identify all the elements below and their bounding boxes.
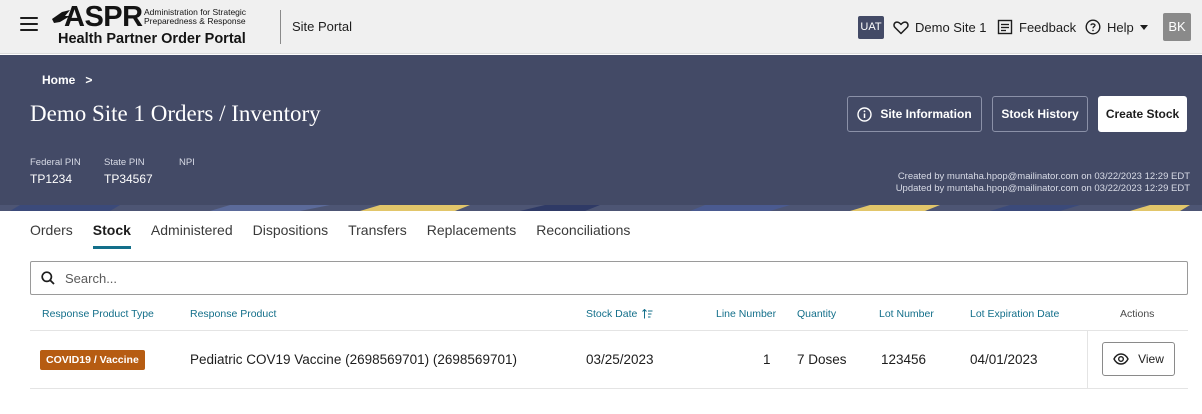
- search-bar[interactable]: [30, 261, 1188, 295]
- tab-dispositions[interactable]: Dispositions: [253, 216, 328, 250]
- feedback-label: Feedback: [1019, 19, 1077, 35]
- column-response-product[interactable]: Response Product: [190, 308, 276, 320]
- npi-label: NPI: [179, 157, 195, 168]
- heart-icon: [893, 20, 909, 34]
- column-lot-expiration-date[interactable]: Lot Expiration Date: [970, 308, 1059, 320]
- info-icon: [857, 106, 873, 122]
- tab-replacements[interactable]: Replacements: [427, 216, 517, 250]
- breadcrumb-separator: >: [85, 73, 93, 87]
- npi: NPI: [179, 157, 195, 172]
- audit-info: Created by muntaha.hpop@mailinator.com o…: [896, 171, 1190, 195]
- top-bar: ASPR Administration for Strategic Prepar…: [0, 0, 1202, 54]
- federal-pin: Federal PIN TP1234: [30, 157, 81, 186]
- updated-by-text: Updated by muntaha.hpop@mailinator.com o…: [895, 183, 1190, 194]
- site-link[interactable]: Demo Site 1: [893, 15, 987, 39]
- column-lot-number[interactable]: Lot Number: [879, 308, 934, 320]
- logo-subtitle: Administration for Strategic Preparednes…: [144, 7, 247, 26]
- cell-lot-expiration-date: 04/01/2023: [970, 352, 1038, 367]
- caret-down-icon: [1139, 24, 1148, 30]
- menu-icon[interactable]: [20, 17, 38, 37]
- aspr-logo[interactable]: ASPR Administration for Strategic Prepar…: [52, 1, 276, 48]
- feedback-link[interactable]: Feedback: [997, 15, 1076, 39]
- feedback-icon: [997, 19, 1013, 35]
- state-pin: State PIN TP34567: [104, 157, 153, 186]
- breadcrumb-home[interactable]: Home: [42, 73, 75, 87]
- stock-history-button[interactable]: Stock History: [992, 96, 1088, 132]
- create-stock-button[interactable]: Create Stock: [1098, 96, 1187, 132]
- help-icon: [1085, 19, 1101, 35]
- column-actions: Actions: [1120, 308, 1155, 320]
- cell-actions: View: [1087, 331, 1188, 389]
- view-button-label: View: [1138, 352, 1164, 366]
- table-row: COVID19 / Vaccine Pediatric COV19 Vaccin…: [30, 331, 1188, 389]
- page-hero: Home > Demo Site 1 Orders / Inventory Sit…: [0, 55, 1202, 211]
- site-information-label: Site Information: [880, 107, 972, 121]
- decorative-banner-stripe: [0, 205, 1202, 211]
- column-line-number[interactable]: Line Number: [716, 308, 776, 320]
- federal-pin-label: Federal PIN: [30, 157, 81, 168]
- cell-quantity: 7 Doses: [797, 352, 847, 367]
- state-pin-value: TP34567: [104, 172, 153, 186]
- cell-line-number: 1: [763, 352, 771, 367]
- breadcrumb: Home >: [42, 73, 92, 87]
- state-pin-label: State PIN: [104, 157, 145, 168]
- portal-name: Health Partner Order Portal: [58, 31, 246, 47]
- cell-lot-number: 123456: [881, 352, 927, 367]
- column-quantity[interactable]: Quantity: [797, 308, 836, 320]
- sort-icon: [642, 309, 653, 319]
- help-label: Help: [1107, 19, 1134, 35]
- eye-icon: [1113, 353, 1129, 365]
- created-by-text: Created by muntaha.hpop@mailinator.com o…: [897, 171, 1190, 182]
- stock-table-header: Response Product Type Response Product S…: [30, 301, 1188, 331]
- section-title: Site Portal: [292, 19, 352, 34]
- tab-orders[interactable]: Orders: [30, 216, 73, 250]
- inventory-tabs: Orders Stock Administered Dispositions T…: [30, 216, 650, 250]
- search-icon: [41, 271, 55, 285]
- column-response-product-type[interactable]: Response Product Type: [42, 308, 154, 320]
- tab-stock[interactable]: Stock: [92, 216, 132, 250]
- logo-acronym: ASPR: [64, 1, 143, 33]
- view-button[interactable]: View: [1102, 342, 1175, 376]
- column-stock-date-label: Stock Date: [586, 308, 638, 320]
- environment-badge: UAT: [858, 16, 884, 39]
- cell-response-product: Pediatric COV19 Vaccine (2698569701) (26…: [190, 352, 517, 367]
- federal-pin-value: TP1234: [30, 172, 73, 186]
- cell-stock-date: 03/25/2023: [586, 352, 654, 367]
- site-information-button[interactable]: Site Information: [847, 96, 982, 132]
- column-stock-date[interactable]: Stock Date: [586, 308, 653, 320]
- tab-administered[interactable]: Administered: [151, 216, 233, 250]
- help-menu[interactable]: Help: [1085, 15, 1148, 39]
- product-type-badge: COVID19 / Vaccine: [40, 350, 145, 370]
- header-divider: [280, 10, 281, 44]
- user-avatar[interactable]: BK: [1163, 13, 1191, 41]
- search-input[interactable]: [65, 270, 1145, 286]
- page-title: Demo Site 1 Orders / Inventory: [30, 101, 321, 126]
- tab-transfers[interactable]: Transfers: [348, 216, 407, 250]
- site-link-label: Demo Site 1: [915, 19, 987, 35]
- tab-reconciliations[interactable]: Reconciliations: [536, 216, 630, 250]
